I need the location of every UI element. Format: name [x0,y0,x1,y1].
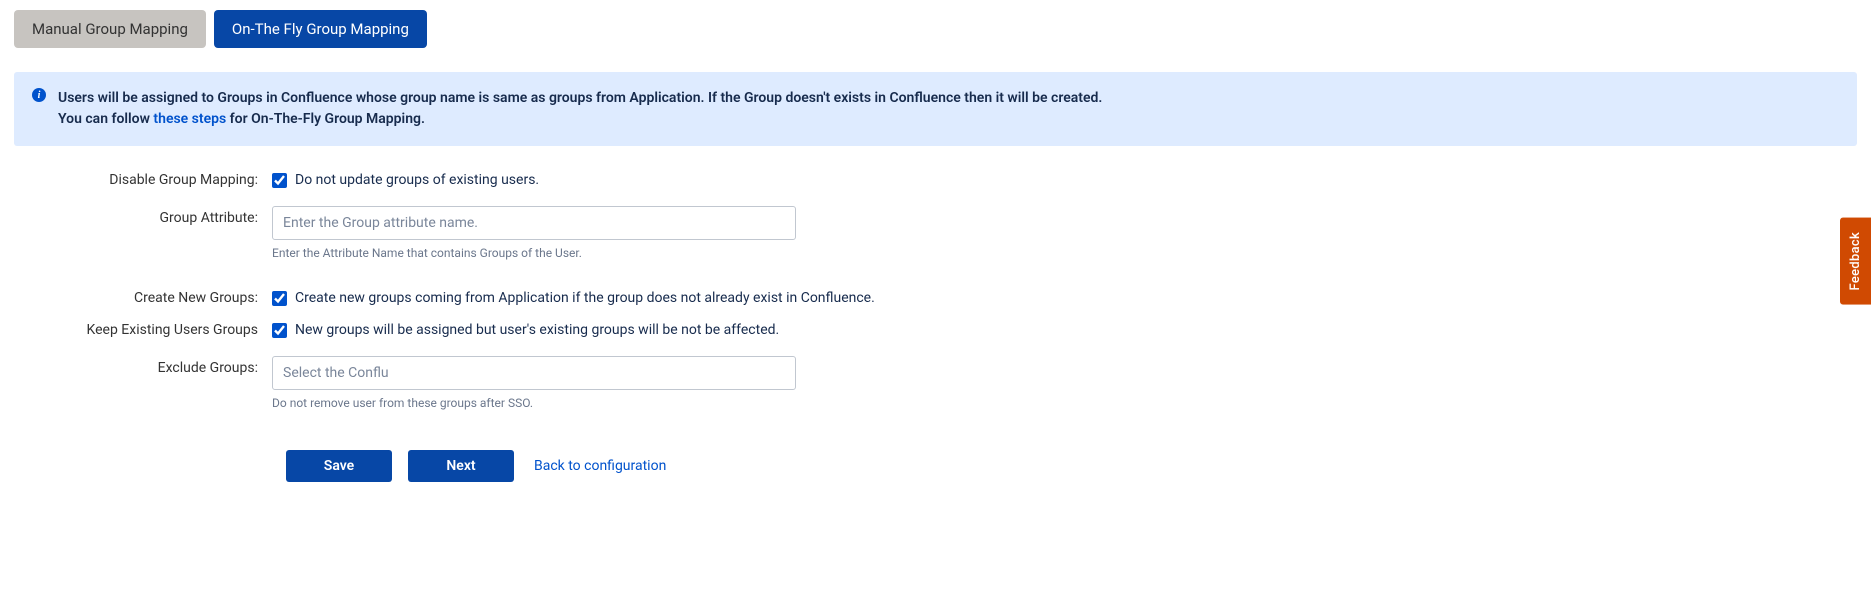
input-group-attribute[interactable] [272,206,796,240]
label-group-attribute: Group Attribute: [14,204,272,226]
checkbox-create-label: Create new groups coming from Applicatio… [295,290,875,306]
info-line2-suffix: for On-The-Fly Group Mapping. [226,111,425,127]
info-steps-link[interactable]: these steps [153,111,226,127]
checkbox-create-new-groups[interactable] [272,291,287,306]
input-exclude-groups[interactable] [272,356,796,390]
tabs-container: Manual Group Mapping On-The Fly Group Ma… [14,10,1857,48]
help-group-attribute: Enter the Attribute Name that contains G… [272,246,1857,260]
checkbox-disable-group-mapping[interactable] [272,173,287,188]
save-button[interactable]: Save [286,450,392,482]
info-line1: Users will be assigned to Groups in Conf… [58,90,1102,106]
checkbox-disable-label: Do not update groups of existing users. [295,172,539,188]
info-icon: i [32,88,46,102]
back-to-configuration-link[interactable]: Back to configuration [534,458,666,474]
label-disable-group-mapping: Disable Group Mapping: [14,166,272,188]
label-create-new-groups: Create New Groups: [14,284,272,306]
info-banner: i Users will be assigned to Groups in Co… [14,72,1857,146]
label-keep-existing: Keep Existing Users Groups [14,316,272,338]
group-mapping-form: Disable Group Mapping: Do not update gro… [14,166,1857,482]
tab-on-the-fly-group-mapping[interactable]: On-The Fly Group Mapping [214,10,427,48]
actions-row: Save Next Back to configuration [272,450,1857,482]
checkbox-keep-label: New groups will be assigned but user's e… [295,322,779,338]
info-line2-prefix: You can follow [58,111,153,127]
next-button[interactable]: Next [408,450,514,482]
label-exclude-groups: Exclude Groups: [14,354,272,376]
tab-manual-group-mapping[interactable]: Manual Group Mapping [14,10,206,48]
feedback-tab[interactable]: Feedback [1840,218,1871,305]
help-exclude-groups: Do not remove user from these groups aft… [272,396,1857,410]
checkbox-keep-existing[interactable] [272,323,287,338]
